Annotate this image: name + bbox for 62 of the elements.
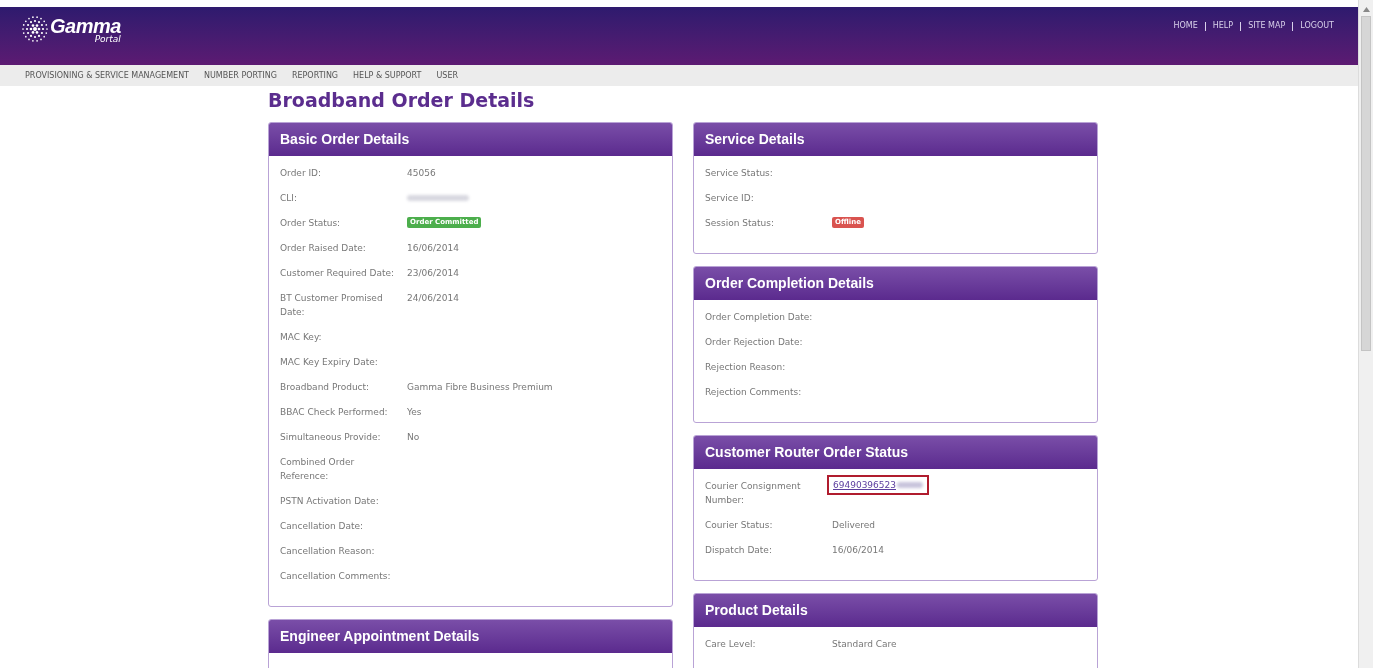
scroll-up-icon[interactable]	[1362, 7, 1370, 12]
scrollbar-thumb[interactable]	[1361, 16, 1371, 351]
header-link[interactable]: HELP	[1212, 20, 1234, 32]
field-label: Broadband Product:	[280, 381, 371, 394]
panel-header: Customer Router Order Status	[694, 436, 1097, 469]
field-label: MAC Key Expiry Date:	[280, 356, 379, 369]
field-label: Session Status:	[705, 217, 775, 230]
field-value: 23/06/2014	[407, 267, 459, 280]
field-label: Rejection Comments:	[705, 386, 803, 399]
field-value: No	[407, 431, 420, 444]
field-label: Rejection Reason:	[705, 361, 787, 374]
header-link[interactable]: LOGOUT	[1300, 20, 1334, 32]
consignment-link[interactable]: 69490396523	[833, 478, 896, 492]
field-label: CLI:	[280, 192, 298, 205]
field-label: Cancellation Comments:	[280, 570, 392, 583]
field-value: Standard Care	[832, 638, 897, 651]
field-label: BBAC Check Performed:	[280, 406, 389, 419]
field-label: Simultaneous Provide:	[280, 431, 382, 444]
nav-link[interactable]: REPORTING	[291, 69, 339, 82]
panel-header: Basic Order Details	[269, 123, 672, 156]
field-label: Customer Required Date:	[280, 267, 396, 280]
field-label: Courier Status:	[705, 519, 774, 532]
field-label: Order Rejection Date:	[705, 336, 804, 349]
field-label: Order Raised Date:	[280, 242, 367, 255]
nav-link[interactable]: PROVISIONING & SERVICE MANAGEMENT	[25, 69, 189, 82]
nav-link[interactable]: NUMBER PORTING	[204, 69, 277, 82]
field-label: Care Level:	[705, 638, 757, 651]
field-label: PSTN Activation Date:	[280, 495, 380, 508]
field-label: Courier Consignment Number:	[705, 480, 802, 507]
redacted-value	[897, 482, 923, 488]
field-value: Gamma Fibre Business Premium	[407, 381, 553, 394]
field-label: Cancellation Date:	[280, 520, 365, 533]
page-title: Broadband Order Details	[268, 88, 536, 113]
field-label: Order Completion Date:	[705, 311, 814, 324]
field-value: 45056	[407, 167, 436, 180]
field-value: 16/06/2014	[832, 544, 884, 557]
logo-subtitle: Portal	[94, 35, 121, 44]
field-label: Dispatch Date:	[705, 544, 773, 557]
redacted-value	[407, 195, 469, 201]
logo-icon	[22, 16, 48, 42]
field-label: Order Status:	[280, 217, 342, 230]
panel-header: Order Completion Details	[694, 267, 1097, 300]
scrollbar[interactable]	[1358, 0, 1373, 668]
field-label: Order ID:	[280, 167, 323, 180]
nav-link[interactable]: HELP & SUPPORT	[353, 69, 422, 82]
field-value: Delivered	[832, 519, 876, 532]
panel-header: Engineer Appointment Details	[269, 620, 672, 653]
field-value: 16/06/2014	[407, 242, 459, 255]
field-value: Yes	[407, 406, 422, 419]
field-label: Cancellation Reason:	[280, 545, 376, 558]
field-label: BT Customer Promised Date:	[280, 292, 384, 319]
field-label: Service ID:	[705, 192, 755, 205]
field-label: Service Status:	[705, 167, 774, 180]
field-value: 24/06/2014	[407, 292, 459, 305]
logo-text: Gamma	[50, 16, 121, 36]
field-label: MAC Key:	[280, 331, 323, 344]
header-link[interactable]: SITE MAP	[1248, 20, 1286, 32]
nav-link[interactable]: USER	[436, 69, 459, 82]
header-link[interactable]: HOME	[1173, 20, 1198, 32]
panel-header: Product Details	[694, 594, 1097, 627]
panel-header: Service Details	[694, 123, 1097, 156]
field-label: Combined Order Reference:	[280, 456, 356, 483]
